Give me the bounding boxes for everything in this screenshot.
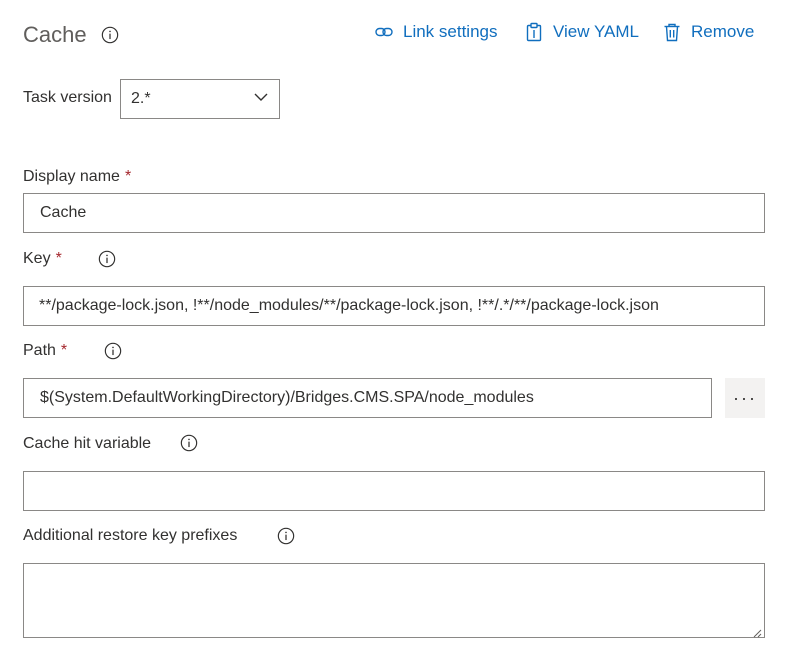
key-value: **/package-lock.json, !**/node_modules/*…	[39, 297, 659, 314]
cache-hit-variable-input[interactable]	[23, 471, 765, 511]
key-info-icon[interactable]	[98, 250, 116, 268]
path-value: $(System.DefaultWorkingDirectory)/Bridge…	[40, 389, 534, 406]
resize-handle-icon[interactable]	[752, 625, 762, 638]
cache-hit-variable-label: Cache hit variable	[23, 435, 152, 452]
view-yaml-button[interactable]: View YAML	[524, 22, 639, 42]
page-title: Cache	[23, 22, 119, 48]
link-settings-label: Link settings	[403, 22, 498, 41]
path-input[interactable]: $(System.DefaultWorkingDirectory)/Bridge…	[23, 378, 712, 418]
clipboard-icon	[524, 22, 544, 42]
trash-icon	[662, 22, 682, 42]
display-name-label: Display name *	[23, 168, 131, 186]
browse-path-button[interactable]: ···	[725, 378, 765, 418]
remove-label: Remove	[691, 22, 755, 41]
display-name-label-text: Display name	[23, 168, 120, 185]
more-icon: ···	[733, 387, 757, 408]
path-label-text: Path	[23, 342, 56, 359]
page-title-text: Cache	[23, 22, 87, 47]
info-icon[interactable]	[101, 26, 119, 44]
task-version-label: Task version	[23, 89, 112, 106]
required-marker: *	[124, 168, 132, 185]
display-name-value: Cache	[40, 204, 87, 221]
task-version-value: 2.*	[131, 90, 151, 107]
display-name-input[interactable]: Cache	[23, 193, 765, 233]
view-yaml-label: View YAML	[553, 22, 639, 41]
key-input[interactable]: **/package-lock.json, !**/node_modules/*…	[23, 286, 765, 326]
key-label: Key *	[23, 250, 62, 268]
chevron-down-icon	[253, 89, 269, 110]
cache-hit-info-icon[interactable]	[180, 434, 198, 452]
restore-keys-label: Additional restore key prefixes	[23, 527, 238, 544]
path-label: Path *	[23, 342, 67, 360]
link-settings-button[interactable]: Link settings	[374, 22, 498, 42]
required-marker: *	[60, 342, 68, 359]
link-icon	[374, 22, 394, 42]
path-info-icon[interactable]	[104, 342, 122, 360]
restore-keys-textarea[interactable]	[23, 563, 765, 638]
key-label-text: Key	[23, 250, 51, 267]
task-version-select[interactable]: 2.*	[120, 79, 280, 119]
remove-button[interactable]: Remove	[662, 22, 754, 42]
required-marker: *	[55, 250, 62, 267]
restore-keys-info-icon[interactable]	[277, 527, 295, 545]
